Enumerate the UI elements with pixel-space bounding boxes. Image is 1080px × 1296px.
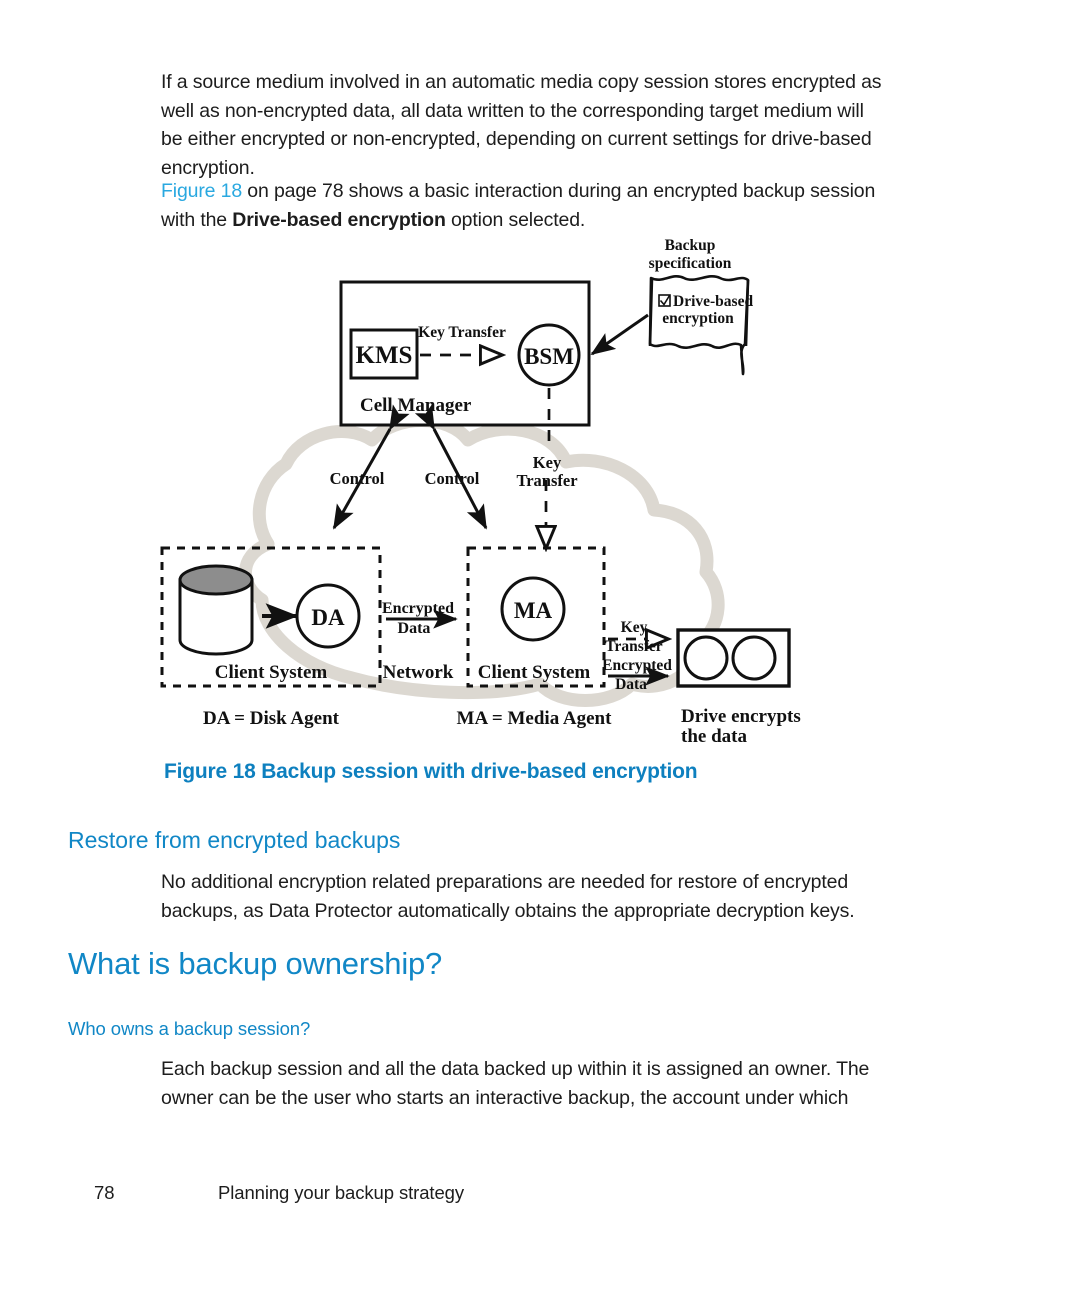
heading-who-owns-a-backup-session: Who owns a backup session? (68, 1018, 311, 1039)
da-node: DA (295, 583, 361, 649)
network-zone: Encrypted Data Network (382, 600, 458, 683)
drive-legend-line2: the data (681, 726, 747, 747)
backup-spec-title-line2: specification (649, 255, 732, 272)
backup-spec-option-line1: Drive-based (673, 293, 753, 310)
figure-caption: Figure 18 Backup session with drive-base… (164, 760, 698, 783)
cell-manager-label: Cell Manager (360, 395, 472, 416)
paragraph-figure-reference: Figure 18 on page 78 shows a basic inter… (161, 177, 889, 234)
kms-node: KMS (349, 328, 419, 380)
paragraph-intro: If a source medium involved in an automa… (161, 71, 882, 179)
bsm-label: BSM (524, 344, 574, 369)
footer-running-title: Planning your backup strategy (218, 1182, 464, 1203)
backup-specification-document: Backup specification Drive-based encrypt… (590, 237, 753, 376)
client-system-left-label: Client System (215, 662, 328, 683)
figure-18-crossref-link[interactable]: Figure 18 (161, 180, 242, 202)
control-arrow-left: Control (330, 404, 410, 530)
backup-spec-title-line1: Backup (665, 237, 716, 254)
control-left-label: Control (330, 469, 385, 488)
key-transfer-drive-line2: Transfer (605, 638, 663, 655)
paragraph-restore: No additional encryption related prepara… (161, 871, 855, 922)
page-number: 78 (94, 1182, 115, 1203)
tape-drive-icon (676, 628, 791, 688)
disk-icon (178, 564, 254, 656)
da-label: DA (311, 605, 345, 630)
ma-node: MA (500, 576, 566, 642)
bsm-node: BSM (517, 323, 581, 387)
key-transfer-to-drive-arrow: Key Transfer (605, 619, 668, 655)
control-arrow-right: Control (414, 404, 488, 530)
client-system-right-box: MA Client System (466, 546, 606, 688)
figure-18-diagram: KMS Key Transfer BSM Cell Manager Backup… (0, 228, 1080, 758)
client-system-left-box: DA Client System (160, 546, 382, 688)
backup-spec-to-bsm-arrow (590, 313, 649, 356)
client-system-right-label: Client System (478, 662, 591, 683)
backup-spec-option-line2: encryption (662, 310, 734, 327)
heading-what-is-backup-ownership: What is backup ownership? (68, 946, 443, 981)
drive-legend-line1: Drive encrypts (681, 706, 801, 727)
network-label: Network (383, 662, 454, 683)
key-transfer-middle-line1: Key (533, 453, 562, 472)
paragraph-ownership: Each backup session and all the data bac… (161, 1058, 870, 1109)
ma-label: MA (514, 598, 553, 623)
kms-label: KMS (356, 342, 413, 369)
key-transfer-drive-line1: Key (621, 619, 648, 636)
heading-restore-from-encrypted-backups: Restore from encrypted backups (68, 827, 401, 853)
control-right-label: Control (425, 469, 480, 488)
encrypted-data-drive-line2: Data (615, 676, 647, 693)
encrypted-data-drive-line1: Encrypted (602, 657, 672, 674)
key-transfer-middle-line2: Transfer (516, 471, 577, 490)
key-transfer-kms-label: Key Transfer (418, 324, 506, 341)
encrypted-data-network-line1: Encrypted (382, 600, 454, 617)
encrypted-data-network-line2: Data (398, 620, 431, 637)
ma-legend: MA = Media Agent (457, 708, 613, 729)
da-legend: DA = Disk Agent (203, 708, 340, 729)
